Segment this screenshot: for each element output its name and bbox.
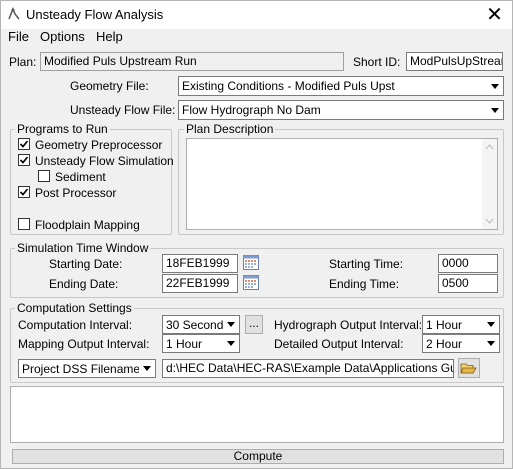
computation-interval-options-button[interactable]: ...: [245, 315, 263, 334]
geometry-file-label: Geometry File:: [70, 79, 149, 93]
unsteady-flow-file-value: Flow Hydrograph No Dam: [182, 103, 321, 117]
compute-button[interactable]: Compute: [12, 449, 504, 464]
unsteady-flow-simulation-checkbox[interactable]: [18, 154, 30, 166]
hydrograph-output-interval-label: Hydrograph Output Interval:: [274, 318, 423, 332]
menu-options[interactable]: Options: [40, 29, 85, 44]
computation-interval-value: 30 Second: [166, 318, 224, 332]
programs-to-run-title: Programs to Run: [15, 122, 110, 136]
hydrograph-output-interval-value: 1 Hour: [426, 318, 463, 332]
plan-title-field[interactable]: Modified Puls Upstream Run: [40, 52, 344, 71]
mapping-output-interval-value: 1 Hour: [166, 337, 203, 351]
menu-bar: File Options Help: [1, 29, 512, 47]
floodplain-mapping-checkbox[interactable]: [18, 218, 30, 230]
calendar-icon[interactable]: [243, 254, 259, 270]
ending-date-field[interactable]: 22FEB1999: [162, 274, 238, 293]
geometry-file-select[interactable]: Existing Conditions - Modified Puls Upst: [178, 76, 504, 96]
chevron-down-icon[interactable]: [139, 360, 155, 377]
chevron-down-icon[interactable]: [487, 101, 503, 119]
hec-ras-app-icon: [7, 6, 21, 21]
open-folder-icon[interactable]: [458, 358, 480, 378]
ending-time-field[interactable]: 0500: [438, 274, 498, 293]
computation-interval-select[interactable]: 30 Second: [162, 315, 240, 334]
project-dss-filename-select[interactable]: Project DSS Filename:: [18, 359, 156, 378]
chevron-down-icon[interactable]: [483, 335, 499, 352]
post-processor-label: Post Processor: [35, 186, 117, 200]
post-processor-checkbox[interactable]: [18, 186, 30, 198]
mapping-output-interval-label: Mapping Output Interval:: [18, 337, 150, 351]
computation-settings-title: Computation Settings: [15, 301, 134, 315]
title-bar: Unsteady Flow Analysis ✕: [1, 1, 512, 29]
ending-time-label: Ending Time:: [329, 277, 400, 291]
project-dss-filename-label: Project DSS Filename:: [22, 362, 144, 376]
plan-label: Plan:: [9, 55, 37, 69]
hydrograph-output-interval-select[interactable]: 1 Hour: [422, 315, 500, 334]
floodplain-mapping-label: Floodplain Mapping: [35, 218, 140, 232]
short-id-label: Short ID:: [353, 55, 401, 69]
dss-path-field[interactable]: d:\HEC Data\HEC-RAS\Example Data\Applica…: [162, 359, 454, 378]
sediment-checkbox[interactable]: [38, 170, 50, 182]
detailed-output-interval-select[interactable]: 2 Hour: [422, 334, 500, 353]
close-icon[interactable]: ✕: [477, 1, 512, 29]
geometry-preprocessor-label: Geometry Preprocessor: [35, 138, 163, 152]
starting-date-field[interactable]: 18FEB1999: [162, 254, 238, 273]
computation-interval-label: Computation Interval:: [18, 318, 133, 332]
short-id-field[interactable]: ModPulsUpStream: [406, 52, 503, 71]
unsteady-flow-file-label: Unsteady Flow File:: [70, 103, 176, 117]
mapping-output-interval-select[interactable]: 1 Hour: [162, 334, 240, 353]
starting-date-label: Starting Date:: [49, 257, 123, 271]
chevron-down-icon[interactable]: [487, 77, 503, 95]
starting-time-label: Starting Time:: [329, 257, 404, 271]
geometry-file-value: Existing Conditions - Modified Puls Upst: [182, 79, 395, 93]
simulation-time-window-title: Simulation Time Window: [15, 241, 151, 255]
detailed-output-interval-value: 2 Hour: [426, 337, 463, 351]
ending-date-label: Ending Date:: [49, 277, 119, 291]
unsteady-flow-simulation-label: Unsteady Flow Simulation: [35, 154, 174, 168]
unsteady-flow-analysis-window: Unsteady Flow Analysis ✕ File Options He…: [0, 0, 513, 469]
unsteady-flow-file-select[interactable]: Flow Hydrograph No Dam: [178, 100, 504, 120]
plan-description-textarea[interactable]: [186, 138, 498, 230]
window-title: Unsteady Flow Analysis: [26, 7, 164, 22]
chevron-down-icon[interactable]: [223, 335, 239, 352]
plan-description-scrollbar[interactable]: [482, 139, 497, 229]
starting-time-field[interactable]: 0000: [438, 254, 498, 273]
calendar-icon[interactable]: [243, 274, 259, 290]
plan-description-title: Plan Description: [184, 122, 276, 136]
chevron-down-icon[interactable]: [483, 316, 499, 333]
detailed-output-interval-label: Detailed Output Interval:: [274, 337, 404, 351]
menu-help[interactable]: Help: [96, 29, 123, 44]
output-message-area: [10, 386, 504, 443]
geometry-preprocessor-checkbox[interactable]: [18, 138, 30, 150]
sediment-label: Sediment: [55, 170, 106, 184]
chevron-down-icon[interactable]: [223, 316, 239, 333]
menu-file[interactable]: File: [8, 29, 29, 44]
